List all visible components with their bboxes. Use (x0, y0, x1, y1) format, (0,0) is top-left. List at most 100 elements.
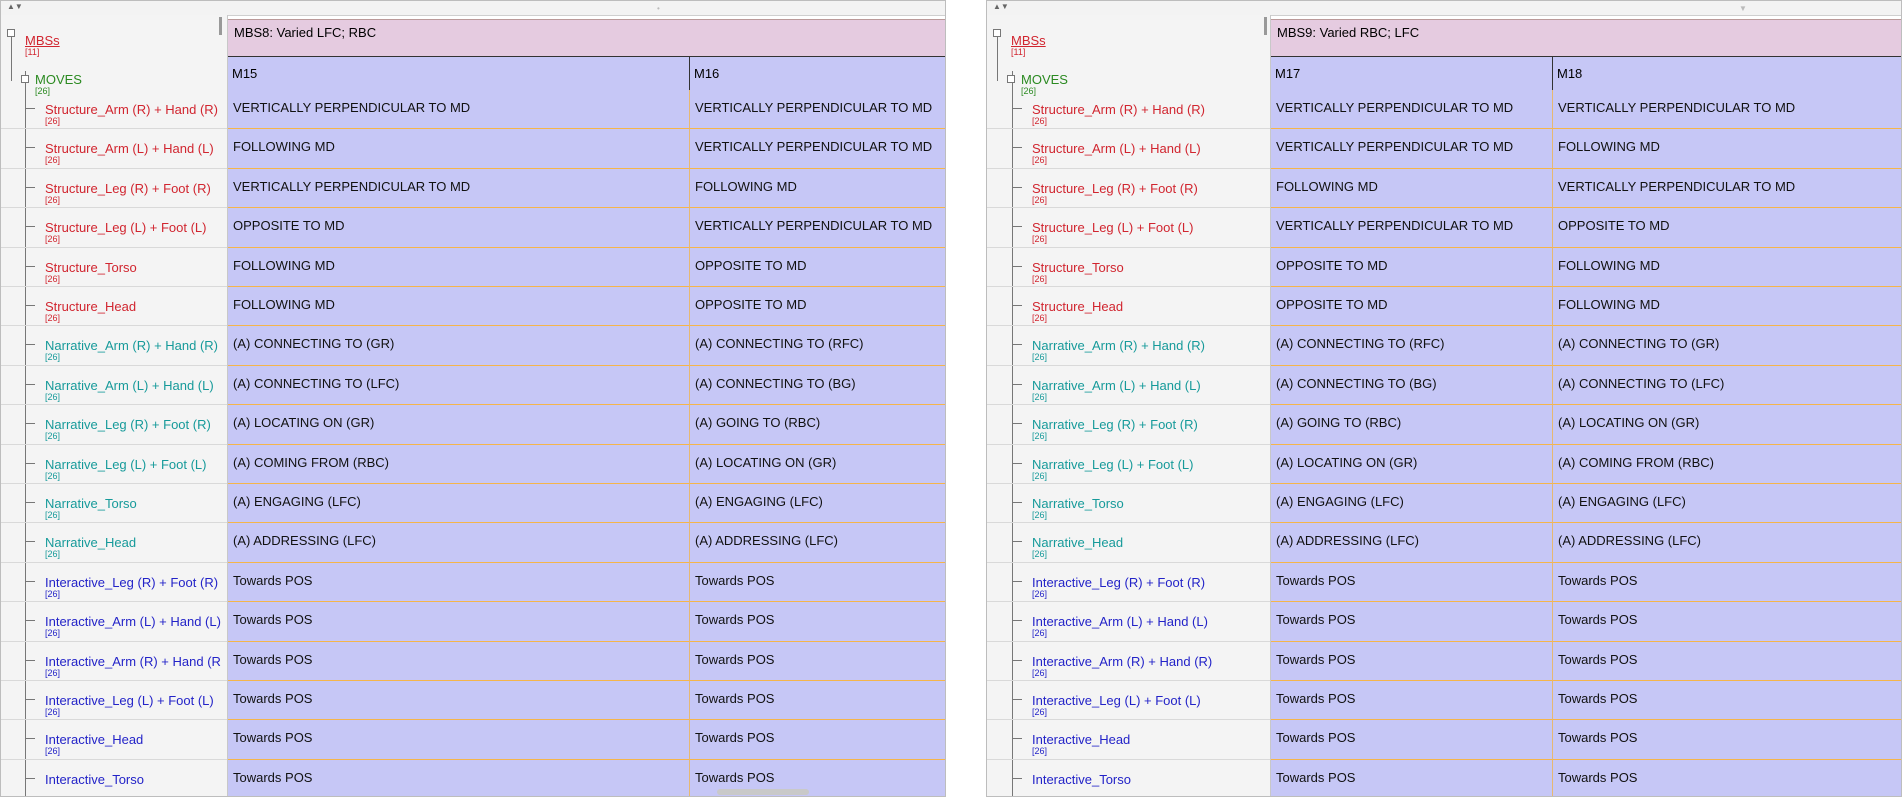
tier-label[interactable]: Structure_Arm (R) + Hand (R) (1032, 102, 1205, 117)
tier-row[interactable]: Interactive_Leg (L) + Foot (L) [26] (1, 681, 227, 721)
annotation-cell[interactable]: (A) LOCATING ON (GR) (1271, 444, 1553, 484)
annotation-cell[interactable]: (A) ADDRESSING (LFC) (1271, 523, 1553, 563)
move-column-header[interactable]: M18 (1553, 57, 1901, 94)
tier-label[interactable]: Interactive_Leg (R) + Foot (R) (1032, 575, 1205, 590)
tier-label[interactable]: Narrative_Arm (L) + Hand (L) (45, 378, 214, 393)
tree-node-moves[interactable]: MOVES (1021, 72, 1068, 87)
collapse-arrows-icon[interactable]: ▲▼ (993, 2, 1009, 12)
annotation-cell[interactable]: Towards POS (1553, 681, 1901, 721)
tier-label[interactable]: Structure_Head (1032, 299, 1123, 314)
horizontal-scrollbar[interactable] (717, 789, 809, 795)
annotation-cell[interactable]: OPPOSITE TO MD (690, 247, 945, 287)
annotation-cell[interactable]: Towards POS (1553, 641, 1901, 681)
tier-label[interactable]: Narrative_Torso (1032, 496, 1124, 511)
annotation-cell[interactable]: (A) COMING FROM (RBC) (1553, 444, 1901, 484)
tier-row[interactable]: Structure_Arm (R) + Hand (R) [26] (1, 90, 227, 130)
tier-label[interactable]: Interactive_Arm (L) + Hand (L) (45, 614, 221, 629)
annotation-cell[interactable]: (A) CONNECTING TO (BG) (1271, 365, 1553, 406)
tree-node-mbss[interactable]: MBSs (25, 33, 60, 48)
tier-label[interactable]: Structure_Arm (L) + Hand (L) (1032, 141, 1201, 156)
annotation-cell[interactable]: (A) LOCATING ON (GR) (1553, 405, 1901, 445)
tier-label[interactable]: Narrative_Leg (L) + Foot (L) (1032, 457, 1193, 472)
tier-label[interactable]: Structure_Arm (R) + Hand (R) (45, 102, 218, 117)
tier-label[interactable]: Narrative_Head (1032, 535, 1123, 550)
mbs-header[interactable]: MBS8: Varied LFC; RBC (228, 19, 945, 57)
annotation-cell[interactable]: Towards POS (1271, 641, 1553, 681)
annotation-cell[interactable]: (A) CONNECTING TO (LFC) (228, 365, 690, 406)
annotation-cell[interactable]: FOLLOWING MD (1553, 247, 1901, 287)
annotation-cell[interactable]: (A) CONNECTING TO (GR) (1553, 326, 1901, 366)
annotation-cell[interactable]: OPPOSITE TO MD (690, 287, 945, 327)
drag-handle-icon[interactable]: • (657, 4, 660, 13)
move-column-header[interactable]: M17 (1271, 57, 1553, 94)
annotation-cell[interactable]: VERTICALLY PERPENDICULAR TO MD (690, 129, 945, 169)
annotation-cell[interactable]: Towards POS (690, 681, 945, 721)
drag-handle-icon[interactable]: ▼ (1739, 4, 1747, 13)
tier-label[interactable]: Structure_Head (45, 299, 136, 314)
tier-label[interactable]: Interactive_Leg (L) + Foot (L) (45, 693, 214, 708)
tier-label[interactable]: Narrative_Head (45, 535, 136, 550)
annotation-cell[interactable]: (A) ADDRESSING (LFC) (228, 523, 690, 563)
annotation-cell[interactable]: (A) CONNECTING TO (RFC) (690, 326, 945, 366)
expand-toggle-icon[interactable] (7, 29, 15, 37)
annotation-cell[interactable]: Towards POS (228, 562, 690, 603)
annotation-cell[interactable]: FOLLOWING MD (228, 287, 690, 327)
annotation-cell[interactable]: (A) LOCATING ON (GR) (228, 405, 690, 445)
annotation-cell[interactable]: (A) ADDRESSING (LFC) (690, 523, 945, 563)
tier-label[interactable]: Interactive_Leg (R) + Foot (R) (45, 575, 218, 590)
annotation-cell[interactable]: FOLLOWING MD (690, 168, 945, 209)
tier-row[interactable]: Narrative_Arm (R) + Hand (R) [26] (1, 326, 227, 366)
annotation-cell[interactable]: FOLLOWING MD (228, 129, 690, 169)
tier-row[interactable]: Narrative_Arm (L) + Hand (L) [26] (1, 366, 227, 406)
annotation-cell[interactable]: VERTICALLY PERPENDICULAR TO MD (1553, 90, 1901, 130)
annotation-cell[interactable]: VERTICALLY PERPENDICULAR TO MD (690, 208, 945, 248)
annotation-cell[interactable]: (A) ADDRESSING (LFC) (1553, 523, 1901, 563)
annotation-cell[interactable]: OPPOSITE TO MD (228, 208, 690, 248)
tier-label[interactable]: Narrative_Arm (R) + Hand (R) (45, 338, 218, 353)
tier-label[interactable]: Interactive_Leg (L) + Foot (L) (1032, 693, 1201, 708)
annotation-cell[interactable]: Towards POS (1553, 720, 1901, 760)
tier-label[interactable]: Narrative_Arm (R) + Hand (R) (1032, 338, 1205, 353)
tier-row[interactable]: Structure_Torso [26] (987, 248, 1270, 287)
tier-label[interactable]: Structure_Leg (R) + Foot (R) (45, 181, 211, 196)
tier-row[interactable]: Narrative_Arm (L) + Hand (L) [26] (987, 366, 1270, 406)
tier-label[interactable]: Narrative_Arm (L) + Hand (L) (1032, 378, 1201, 393)
tier-row[interactable]: Structure_Leg (R) + Foot (R) [26] (1, 169, 227, 209)
annotation-cell[interactable]: (A) GOING TO (RBC) (690, 405, 945, 445)
tier-row[interactable]: Structure_Leg (L) + Foot (L) [26] (1, 208, 227, 248)
tier-row[interactable]: Structure_Arm (R) + Hand (R) [26] (987, 90, 1270, 130)
tier-row[interactable]: Structure_Torso [26] (1, 248, 227, 287)
annotation-cell[interactable]: (A) CONNECTING TO (LFC) (1553, 365, 1901, 406)
tier-label[interactable]: Structure_Torso (1032, 260, 1124, 275)
move-column-header[interactable]: M16 (690, 57, 945, 94)
tier-row[interactable]: Interactive_Arm (R) + Hand (R) [26] (987, 642, 1270, 681)
tier-label[interactable]: Interactive_Torso (1032, 772, 1131, 787)
tier-row[interactable]: Narrative_Leg (L) + Foot (L) [26] (987, 445, 1270, 484)
annotation-cell[interactable]: FOLLOWING MD (1271, 168, 1553, 209)
tier-row[interactable]: Structure_Leg (L) + Foot (L) [26] (987, 208, 1270, 248)
annotation-cell[interactable]: (A) COMING FROM (RBC) (228, 444, 690, 484)
annotation-cell[interactable]: Towards POS (690, 562, 945, 603)
tree-node-mbss[interactable]: MBSs (1011, 33, 1046, 48)
annotation-cell[interactable]: (A) ENGAGING (LFC) (1553, 484, 1901, 524)
tier-row[interactable]: Narrative_Leg (R) + Foot (R) [26] (987, 405, 1270, 445)
tier-row[interactable]: Structure_Head [26] (1, 287, 227, 327)
annotation-cell[interactable]: (A) CONNECTING TO (BG) (690, 365, 945, 406)
annotation-cell[interactable]: OPPOSITE TO MD (1271, 287, 1553, 327)
tier-label[interactable]: Narrative_Leg (R) + Foot (R) (45, 417, 211, 432)
tree-node-moves[interactable]: MOVES (35, 72, 82, 87)
tier-label[interactable]: Interactive_Torso (45, 772, 144, 787)
expand-toggle-icon[interactable] (21, 75, 29, 83)
annotation-cell[interactable]: FOLLOWING MD (1553, 287, 1901, 327)
tier-label[interactable]: Narrative_Torso (45, 496, 137, 511)
tier-row[interactable]: Structure_Head [26] (987, 287, 1270, 327)
annotation-cell[interactable]: VERTICALLY PERPENDICULAR TO MD (1271, 129, 1553, 169)
annotation-cell[interactable]: Towards POS (1271, 602, 1553, 642)
annotation-cell[interactable]: VERTICALLY PERPENDICULAR TO MD (690, 90, 945, 130)
annotation-cell[interactable]: (A) CONNECTING TO (RFC) (1271, 326, 1553, 366)
annotation-cell[interactable]: Towards POS (1271, 681, 1553, 721)
tier-row[interactable]: Structure_Leg (R) + Foot (R) [26] (987, 169, 1270, 209)
tier-row[interactable]: Narrative_Arm (R) + Hand (R) [26] (987, 326, 1270, 366)
tier-row[interactable]: Interactive_Arm (R) + Hand (R [26] (1, 642, 227, 681)
tier-label[interactable]: Interactive_Arm (R) + Hand (R (45, 654, 221, 669)
